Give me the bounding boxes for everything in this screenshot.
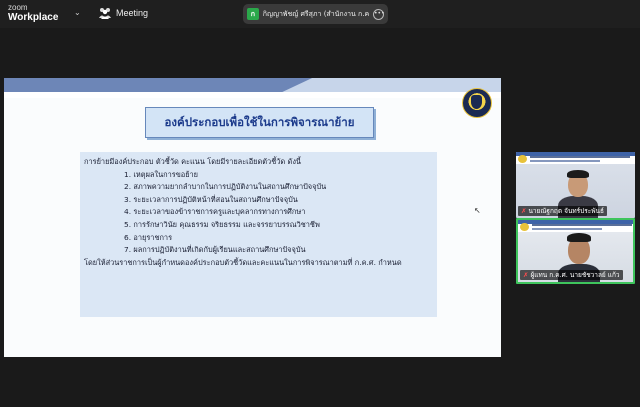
muted-mic-icon: ✗ xyxy=(521,207,527,215)
meeting-button[interactable]: Meeting xyxy=(98,7,148,19)
slide-header-stripe xyxy=(4,92,501,98)
participant-name: นายณัฐกฤต จันทร์ประพันธ์ xyxy=(528,207,604,215)
virtual-background-header xyxy=(518,220,633,232)
list-item: 2. สภาพความยากลำบากในการปฏิบัติงานในสถาน… xyxy=(124,182,327,192)
participant-name-tag: ✗ ผู้แทน ก.ค.ศ. นายชัชวาลย์ แก้ว xyxy=(520,270,623,280)
participant-video-1[interactable]: ✗ นายณัฐกฤต จันทร์ประพันธ์ xyxy=(516,152,635,218)
participants-icon xyxy=(99,8,111,19)
slide-title: องค์ประกอบเพื่อใช้ในการพิจารณาย้าย xyxy=(164,114,355,129)
slide-intro: การย้ายมีองค์ประกอบ ตัวชี้วัด คะแนน โดยม… xyxy=(84,157,301,166)
brand-workplace-text: Workplace xyxy=(8,12,59,23)
top-bar: zoom Workplace ⌄ Meeting ก กิญญาพัชญ์ ศร… xyxy=(0,0,640,28)
participant-hair xyxy=(567,233,591,242)
list-item: 7. ผลการปฏิบัติงานที่เกิดกับผู้เรียนและส… xyxy=(124,245,306,255)
mouse-cursor-icon: ↖ xyxy=(474,206,481,215)
app-brand[interactable]: zoom Workplace xyxy=(8,3,58,23)
participant-name: ผู้แทน ก.ค.ศ. นายชัชวาลย์ แก้ว xyxy=(530,271,620,279)
virtual-background-header xyxy=(516,152,635,164)
slide-title-box: องค์ประกอบเพื่อใช้ในการพิจารณาย้าย xyxy=(145,107,374,138)
participant-name-tag: ✗ นายณัฐกฤต จันทร์ประพันธ์ xyxy=(518,206,607,216)
meeting-label: Meeting xyxy=(116,8,149,18)
more-options-icon[interactable]: ••• xyxy=(373,8,385,20)
shared-screen-slide: องค์ประกอบเพื่อใช้ในการพิจารณาย้าย การย้… xyxy=(4,78,501,357)
speaker-name: กิญญาพัชญ์ ศรีสุภา (สำนักงาน ก.ค.ศ. xyxy=(262,9,369,18)
list-item: 3. ระยะเวลาการปฏิบัติหน้าที่สอนในสถานศึก… xyxy=(124,194,298,204)
list-item: 5. การรักษาวินัย คุณธรรม จริยธรรม และจรร… xyxy=(124,219,320,229)
participant-hair xyxy=(567,170,589,178)
chevron-down-icon[interactable]: ⌄ xyxy=(74,8,81,17)
muted-mic-icon: ✗ xyxy=(523,271,529,279)
speaker-avatar: ก xyxy=(247,8,259,20)
list-item: 4. ระยะเวลาของข้าราชการครูและบุคลากรทางก… xyxy=(124,207,306,217)
participant-video-2[interactable]: ✗ ผู้แทน ก.ค.ศ. นายชัชวาลย์ แก้ว xyxy=(516,218,635,284)
slide-footer-text: โดยให้ส่วนราชการเป็นผู้กำหนดองค์ประกอบตั… xyxy=(84,257,402,267)
slide-content-box: การย้ายมีองค์ประกอบ ตัวชี้วัด คะแนน โดยม… xyxy=(80,152,437,317)
ocsc-logo-icon xyxy=(462,88,492,118)
active-speaker-indicator[interactable]: ก กิญญาพัชญ์ ศรีสุภา (สำนักงาน ก.ค.ศ. ••… xyxy=(243,4,388,24)
list-item: 6. อายุราชการ xyxy=(124,232,173,242)
list-item: 1. เหตุผลในการขอย้าย xyxy=(124,169,199,179)
